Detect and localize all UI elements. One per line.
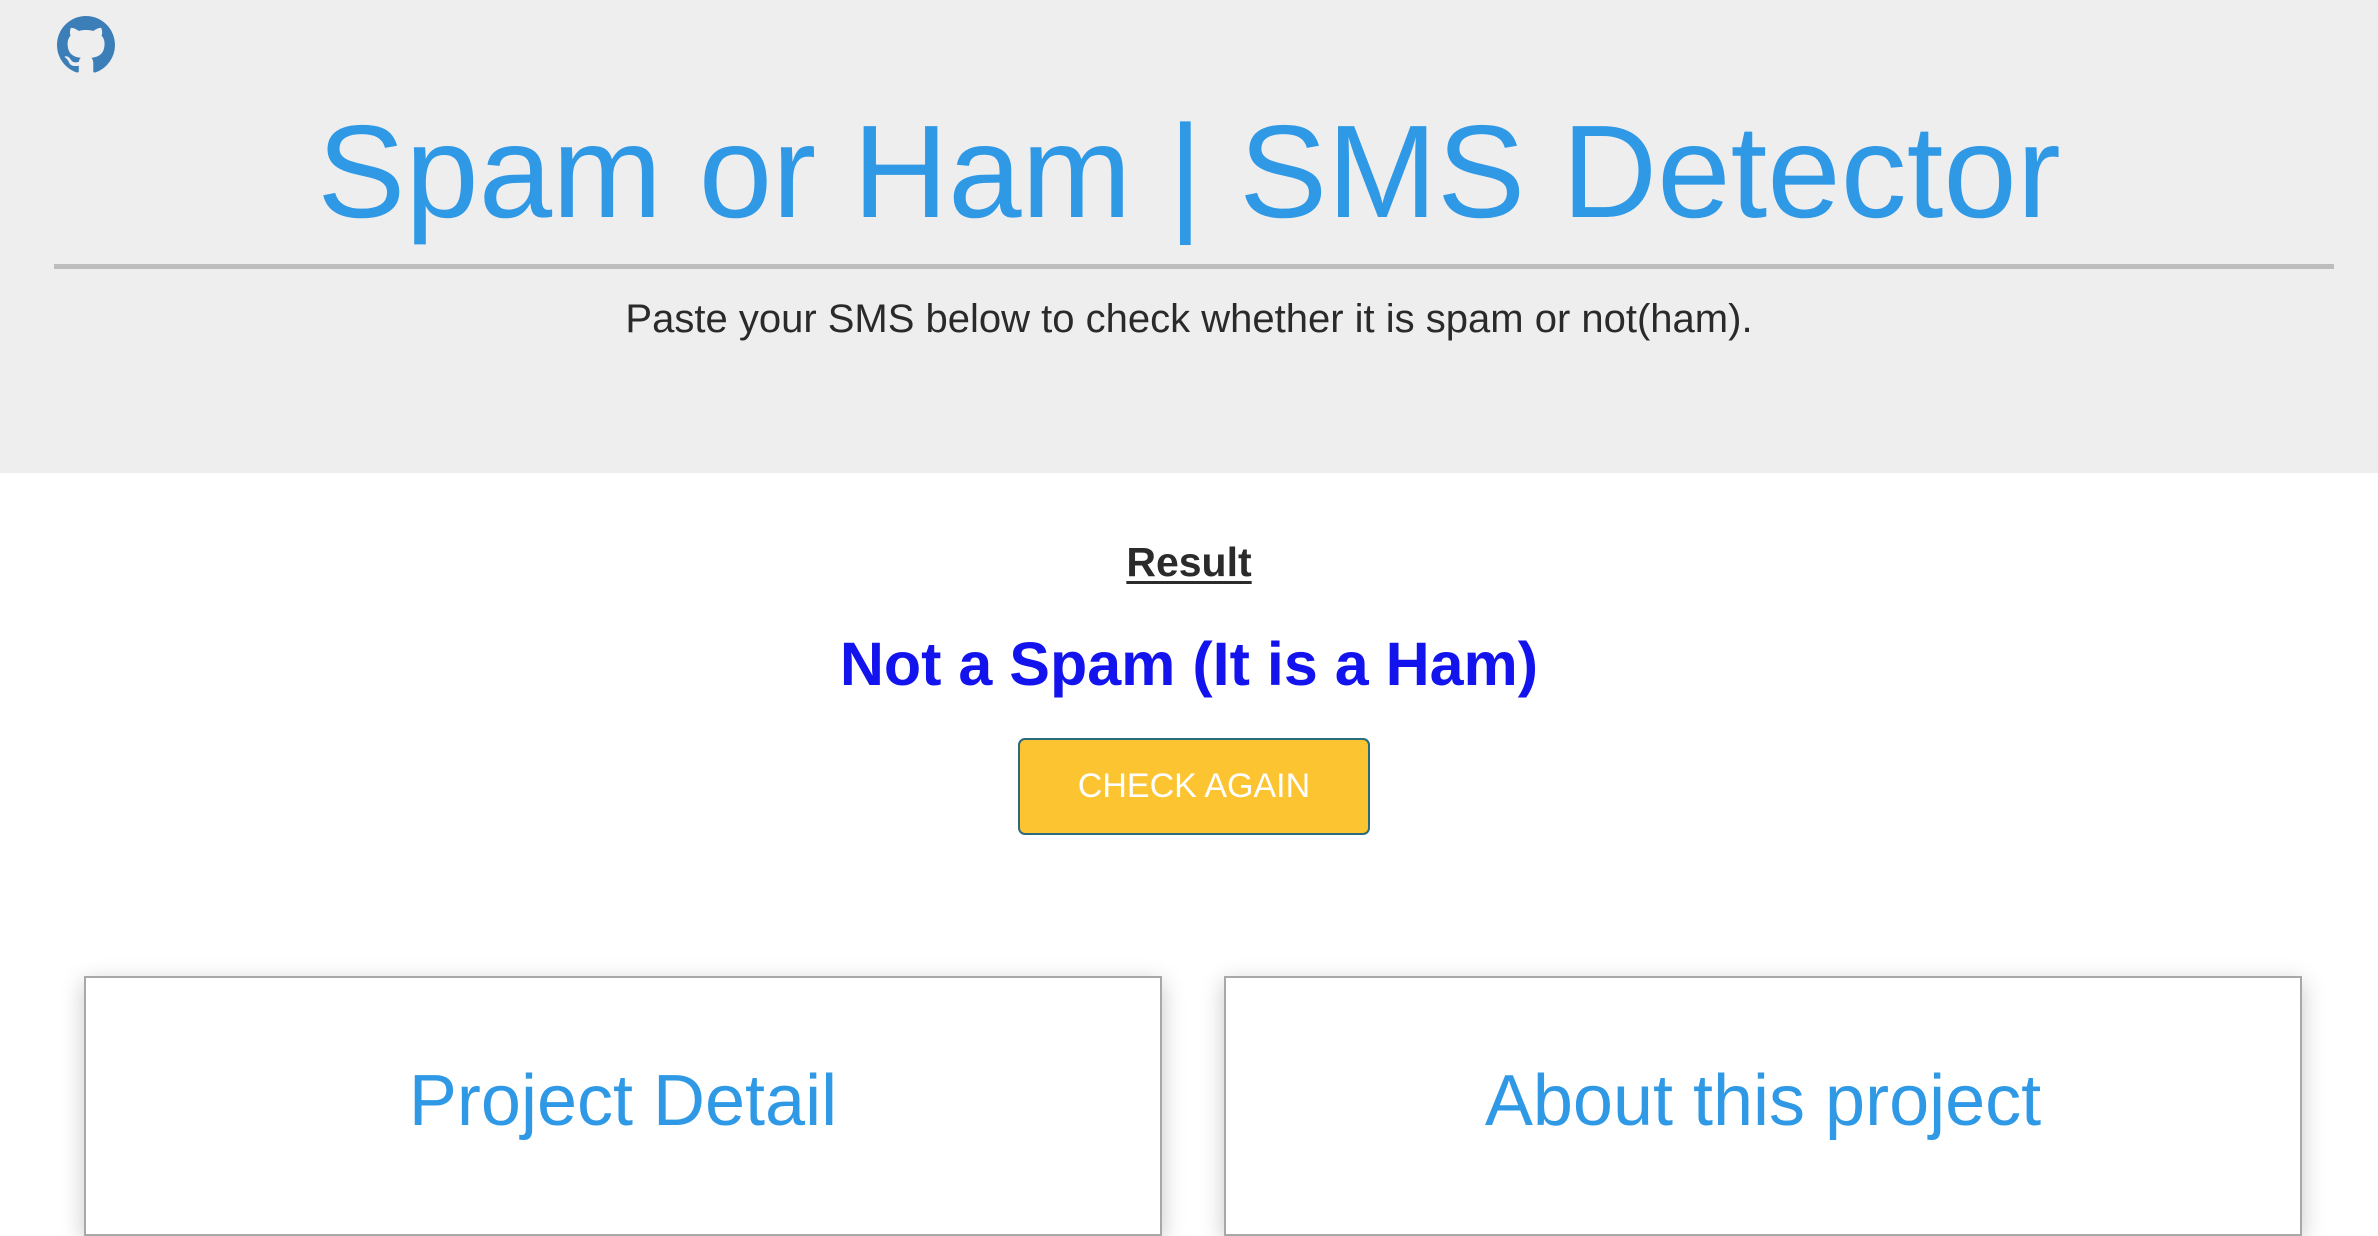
check-again-button[interactable]: CHECK AGAIN [1018,738,1370,835]
github-icon[interactable] [57,16,115,74]
result-heading: Result [0,534,2378,590]
page-subtitle: Paste your SMS below to check whether it… [625,297,1753,341]
about-project-card: About this project [1224,976,2302,1236]
github-link[interactable] [57,16,115,74]
about-project-title: About this project [1484,1061,2042,1141]
page-header: Spam or Ham | SMS Detector Paste your SM… [0,0,2378,473]
result-text: Not a Spam (It is a Ham) [839,630,1539,698]
project-detail-title: Project Detail [408,1061,838,1141]
project-detail-card: Project Detail [84,976,1162,1236]
page-title: Spam or Ham | SMS Detector [317,98,2061,245]
result-heading-label: Result [1126,539,1252,585]
header-divider [54,264,2334,269]
